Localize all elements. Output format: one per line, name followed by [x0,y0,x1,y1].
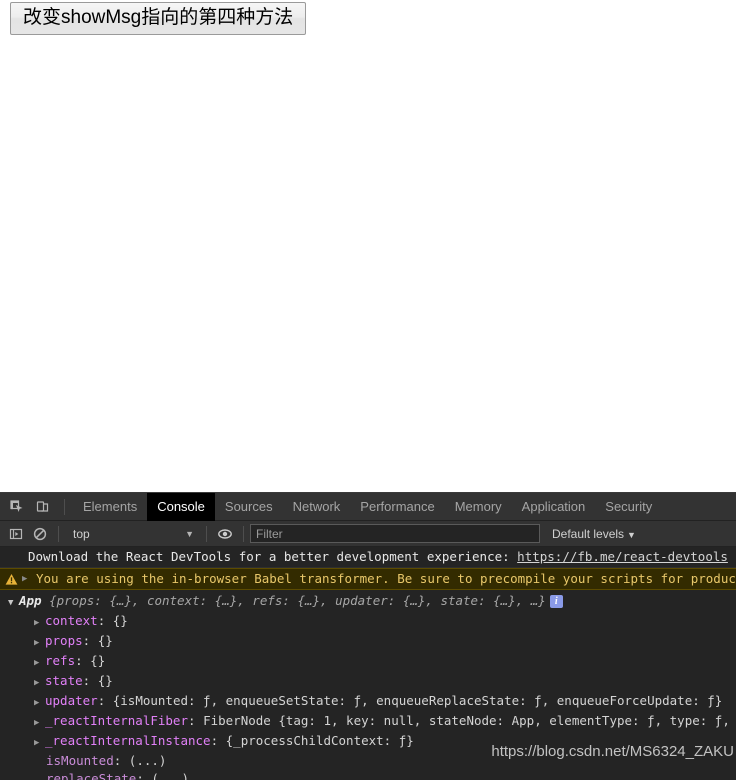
console-object-group: ▼ App {props: {…}, context: {…}, refs: {…… [0,590,736,780]
object-property-row[interactable]: ▶ context: {} [0,612,736,632]
clear-console-icon[interactable] [28,522,52,546]
property-name: context [45,613,98,628]
tab-performance[interactable]: Performance [350,493,444,521]
log-message-text: Download the React DevTools for a better… [28,549,518,564]
browser-window: 改变showMsg指向的第四种方法 Elements Console Sourc… [0,0,736,780]
property-name: props [45,633,83,648]
property-name: state [45,673,83,688]
tabbar-divider [64,498,65,515]
page-viewport: 改变showMsg指向的第四种方法 [0,0,736,492]
chevron-right-icon[interactable]: ▶ [34,694,45,712]
chevron-right-icon[interactable]: ▶ [34,634,45,652]
console-toolbar: top ▼ Default levels▼ [0,521,736,547]
object-property-row[interactable]: isMounted: (...) [0,752,736,770]
tab-security[interactable]: Security [595,493,662,521]
devtools-panel: Elements Console Sources Network Perform… [0,492,736,780]
property-name: replaceState [46,771,137,780]
property-value: {} [97,673,113,688]
warning-message-text: You are using the in-browser Babel trans… [36,571,736,586]
console-toolbar-divider-1 [58,525,59,542]
property-name: _reactInternalFiber [45,713,188,728]
react-devtools-link[interactable]: https://fb.me/react-devtools [517,549,728,564]
tab-network[interactable]: Network [283,493,351,521]
console-levels-label: Default levels [552,526,625,541]
console-sidebar-icon[interactable] [4,522,28,546]
chevron-right-icon[interactable]: ▶ [34,654,45,672]
chevron-down-icon[interactable]: ▼ [8,594,19,612]
console-toolbar-divider-3 [243,525,244,542]
console-message-log: Download the React DevTools for a better… [0,547,736,568]
property-value: {isMounted: ƒ, enqueueSetState: ƒ, enque… [112,693,723,708]
console-output[interactable]: Download the React DevTools for a better… [0,547,736,780]
property-value: FiberNode {tag: 1, key: null, stateNode:… [203,713,730,728]
property-value: {} [97,633,113,648]
object-property-row[interactable]: ▶ state: {} [0,672,736,692]
console-context-selector[interactable]: top ▼ [65,524,200,544]
tab-elements[interactable]: Elements [73,493,147,521]
property-name: updater [45,693,98,708]
property-name: isMounted [46,753,114,768]
property-value: {} [112,613,128,628]
device-toolbar-icon[interactable] [30,494,56,520]
object-property-row[interactable]: ▶ _reactInternalInstance: {_processChildC… [0,732,736,752]
warning-triangle-icon [4,572,18,586]
object-class-name: App [19,593,42,608]
tab-memory[interactable]: Memory [445,493,512,521]
chevron-down-icon: ▼ [185,528,194,539]
object-preview: {props: {…}, context: {…}, refs: {…}, up… [49,593,546,608]
object-property-row[interactable]: replaceState: (...) [0,770,736,780]
tab-console[interactable]: Console [147,493,215,521]
devtools-tabbar: Elements Console Sources Network Perform… [0,493,736,521]
property-name: _reactInternalInstance [45,733,211,748]
object-property-row[interactable]: ▶ props: {} [0,632,736,652]
chevron-right-icon[interactable]: ▶ [34,614,45,632]
console-context-label: top [73,526,90,541]
object-property-row[interactable]: ▶ _reactInternalFiber: FiberNode {tag: 1,… [0,712,736,732]
tab-sources[interactable]: Sources [215,493,283,521]
warning-expander-icon[interactable]: ▶ [22,571,32,587]
object-header-row[interactable]: ▼ App {props: {…}, context: {…}, refs: {…… [0,592,736,612]
property-name: refs [45,653,76,668]
property-value: {} [90,653,106,668]
object-property-row[interactable]: ▶ updater: {isMounted: ƒ, enqueueSetState… [0,692,736,712]
console-message-warning: ▶ You are using the in-browser Babel tra… [0,568,736,590]
chevron-down-icon: ▼ [627,529,636,540]
console-filter-input[interactable] [250,524,540,543]
property-value: {_processChildContext: ƒ} [225,733,414,748]
chevron-right-icon[interactable]: ▶ [34,714,45,732]
property-value[interactable]: (...) [151,771,189,780]
tab-application[interactable]: Application [512,493,596,521]
change-showmsg-button[interactable]: 改变showMsg指向的第四种方法 [10,2,307,35]
chevron-right-icon[interactable]: ▶ [34,674,45,692]
property-value[interactable]: (...) [129,753,167,768]
console-toolbar-divider-2 [206,525,207,542]
object-property-row[interactable]: ▶ refs: {} [0,652,736,672]
console-levels-selector[interactable]: Default levels ▼ [552,527,636,541]
live-expression-icon[interactable] [213,522,237,546]
info-badge-icon[interactable]: i [549,595,563,608]
inspect-element-icon[interactable] [4,494,30,520]
chevron-right-icon[interactable]: ▶ [34,734,45,752]
